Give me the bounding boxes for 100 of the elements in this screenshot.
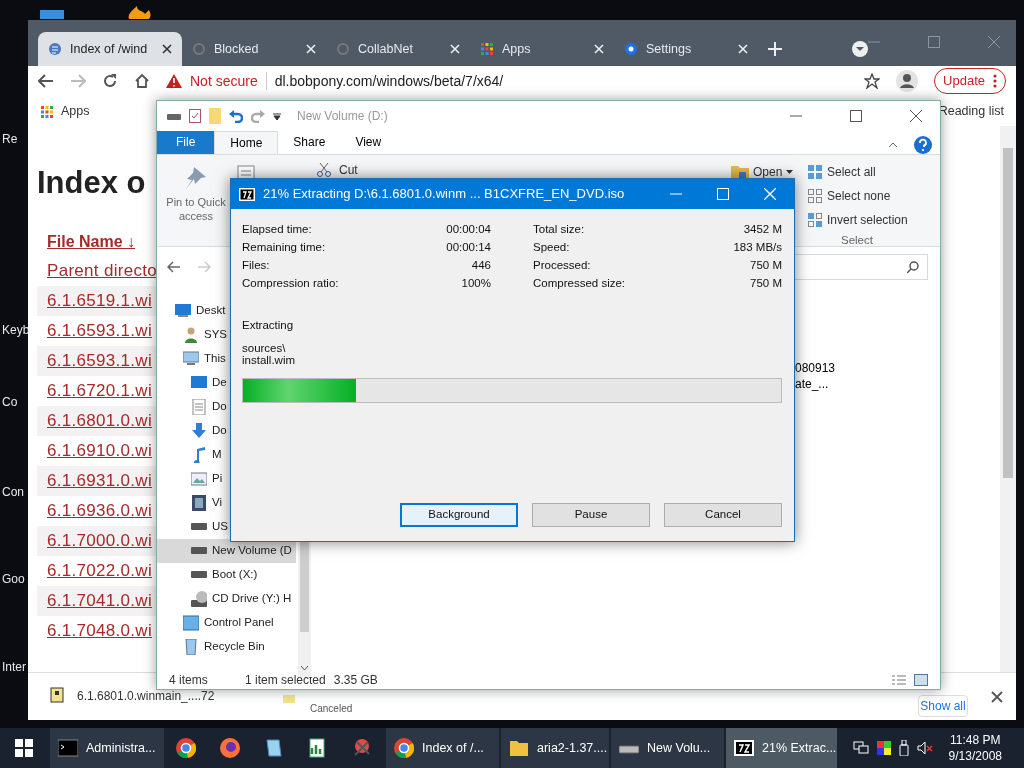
help-icon[interactable] (914, 135, 932, 154)
file-name[interactable]: 080913 (795, 358, 836, 377)
file-link[interactable]: 6.1.6910.0.wi (47, 438, 153, 464)
nav-item[interactable]: Deskt (157, 298, 230, 323)
close-icon[interactable] (162, 44, 172, 54)
stat-label: Compression ratio: (242, 276, 339, 291)
browser-tab[interactable]: Settings (614, 32, 758, 66)
desktop-icon-label[interactable]: Goo (2, 570, 25, 588)
desktop-icon-label[interactable]: Co (2, 393, 18, 411)
browser-tab[interactable]: Apps (470, 32, 614, 66)
tiles-view-icon[interactable] (914, 674, 928, 686)
usb-icon[interactable] (898, 740, 909, 756)
taskbar-button[interactable]: 21% Extrac... (726, 728, 837, 768)
nav-item[interactable]: This (157, 346, 230, 371)
dropdown-icon[interactable] (273, 111, 281, 120)
file-name[interactable]: ate_... (795, 374, 829, 393)
scroll-down-icon[interactable] (300, 664, 309, 671)
desktop-icon-label[interactable]: Re (2, 130, 18, 148)
desktop-icon-label[interactable]: Con (2, 483, 24, 501)
update-button[interactable]: Update (934, 68, 1006, 94)
chart-icon (308, 738, 328, 758)
window-title: New Volume (D:) (297, 107, 388, 125)
reload-icon[interactable] (102, 73, 118, 89)
stat-value: 750 M (750, 258, 782, 273)
ribbon-tab[interactable]: Home (214, 130, 279, 154)
taskbar-button[interactable]: Administra... (50, 728, 164, 768)
open-button[interactable]: Open (753, 162, 783, 181)
desktop-icon-label[interactable]: Inter (2, 658, 26, 676)
nav-item[interactable]: Do (157, 418, 231, 443)
security-warning: Not secure (190, 71, 258, 91)
select-button[interactable]: Select all (827, 162, 876, 181)
dialog-button[interactable]: Cancel (664, 503, 782, 527)
select-button[interactable]: Select none (827, 186, 891, 205)
bookmark[interactable]: Apps (40, 101, 90, 121)
close-icon[interactable] (991, 691, 1003, 703)
file-link[interactable]: 6.1.7022.0.wi (47, 558, 153, 584)
archive-logo-icon (734, 738, 754, 758)
color-icon[interactable] (876, 741, 891, 755)
grid-icon (480, 42, 494, 56)
file-link[interactable]: Parent directo (47, 258, 158, 284)
nav-item[interactable]: Pi (157, 466, 227, 491)
star-icon[interactable] (864, 73, 881, 89)
new-tab-icon[interactable] (768, 42, 782, 56)
muted-speaker-icon[interactable] (916, 741, 933, 755)
checklist-icon[interactable] (189, 108, 201, 123)
nav-item[interactable]: Boot (X:) (157, 562, 262, 587)
taskbar-button[interactable]: aria2-1.37.... (501, 728, 609, 768)
download-name[interactable]: 6.1.6801.0.winmain_....72 (77, 687, 215, 705)
network-icon[interactable] (852, 741, 869, 755)
maximize-icon[interactable] (850, 109, 862, 122)
nav-item[interactable]: Do (157, 394, 231, 419)
browser-tab[interactable]: Index of /wind (38, 32, 182, 66)
file-link[interactable]: 6.1.6593.1.wi (47, 318, 153, 344)
pin-button[interactable]: Pin to Quick access (163, 194, 229, 223)
cut-button[interactable]: Cut (339, 160, 358, 179)
nav-item[interactable]: Recycle Bin (157, 634, 269, 659)
file-link[interactable]: 6.1.7048.0.wi (47, 618, 153, 644)
selection-grid-icon (807, 211, 823, 228)
drive-icon[interactable] (167, 111, 181, 120)
column-header[interactable]: File Name ↓ (47, 230, 136, 254)
nav-item[interactable]: SYS (157, 322, 231, 347)
nav-item[interactable]: De (157, 370, 231, 395)
chevron-icon[interactable] (888, 141, 898, 148)
ribbon-tab[interactable]: File (157, 130, 215, 154)
nav-item[interactable]: CD Drive (Y:) H (157, 586, 296, 611)
address-bar[interactable]: Not secure dl.bobpony.com/windows/beta/7/x64/ (166, 68, 881, 94)
taskbar-button[interactable]: Index of /... (386, 728, 499, 768)
select-button[interactable]: Invert selection (827, 210, 908, 229)
nav-item[interactable]: New Volume (D (157, 538, 296, 563)
ribbon-tab[interactable]: Share (278, 130, 341, 154)
undo-icon[interactable] (229, 108, 243, 123)
nav-item[interactable]: M (157, 442, 226, 467)
dropdown-icon[interactable] (852, 41, 868, 57)
show-all-button[interactable]: Show all (918, 695, 968, 717)
browser-tab[interactable]: Blocked (182, 32, 326, 66)
home-icon[interactable] (134, 73, 150, 89)
close-icon[interactable] (910, 109, 922, 122)
ribbon-tab[interactable]: View (340, 130, 397, 154)
archive-logo-icon[interactable] (239, 187, 255, 201)
nav-item[interactable]: Control Panel (157, 610, 278, 635)
back-icon[interactable] (167, 260, 181, 273)
taskbar-button[interactable]: New Volu... (611, 728, 724, 768)
clock[interactable]: 11:48 PM 9/13/2008 (948, 732, 1002, 764)
cd-drive-icon (191, 590, 207, 607)
flame-icon[interactable] (127, 6, 151, 19)
pin-icon[interactable] (186, 166, 206, 189)
dialog-button[interactable]: Background (400, 503, 518, 527)
firefox-icon (220, 738, 240, 758)
nav-item[interactable]: US (157, 514, 232, 539)
scrollbar[interactable] (1000, 126, 1016, 672)
archive-icon[interactable] (50, 687, 64, 703)
dialog-button[interactable]: Pause (532, 503, 650, 527)
back-icon[interactable] (38, 74, 54, 88)
stat-value: 00:00:14 (446, 240, 491, 255)
file-link[interactable]: 6.1.6720.1.wi (47, 378, 153, 404)
file-link[interactable]: 6.1.6936.0.wi (47, 498, 153, 524)
profile-icon[interactable] (896, 70, 919, 92)
stat-value: 100% (461, 276, 491, 291)
browser-tab[interactable]: CollabNet (326, 32, 470, 66)
nav-item[interactable]: Vi (157, 490, 227, 515)
